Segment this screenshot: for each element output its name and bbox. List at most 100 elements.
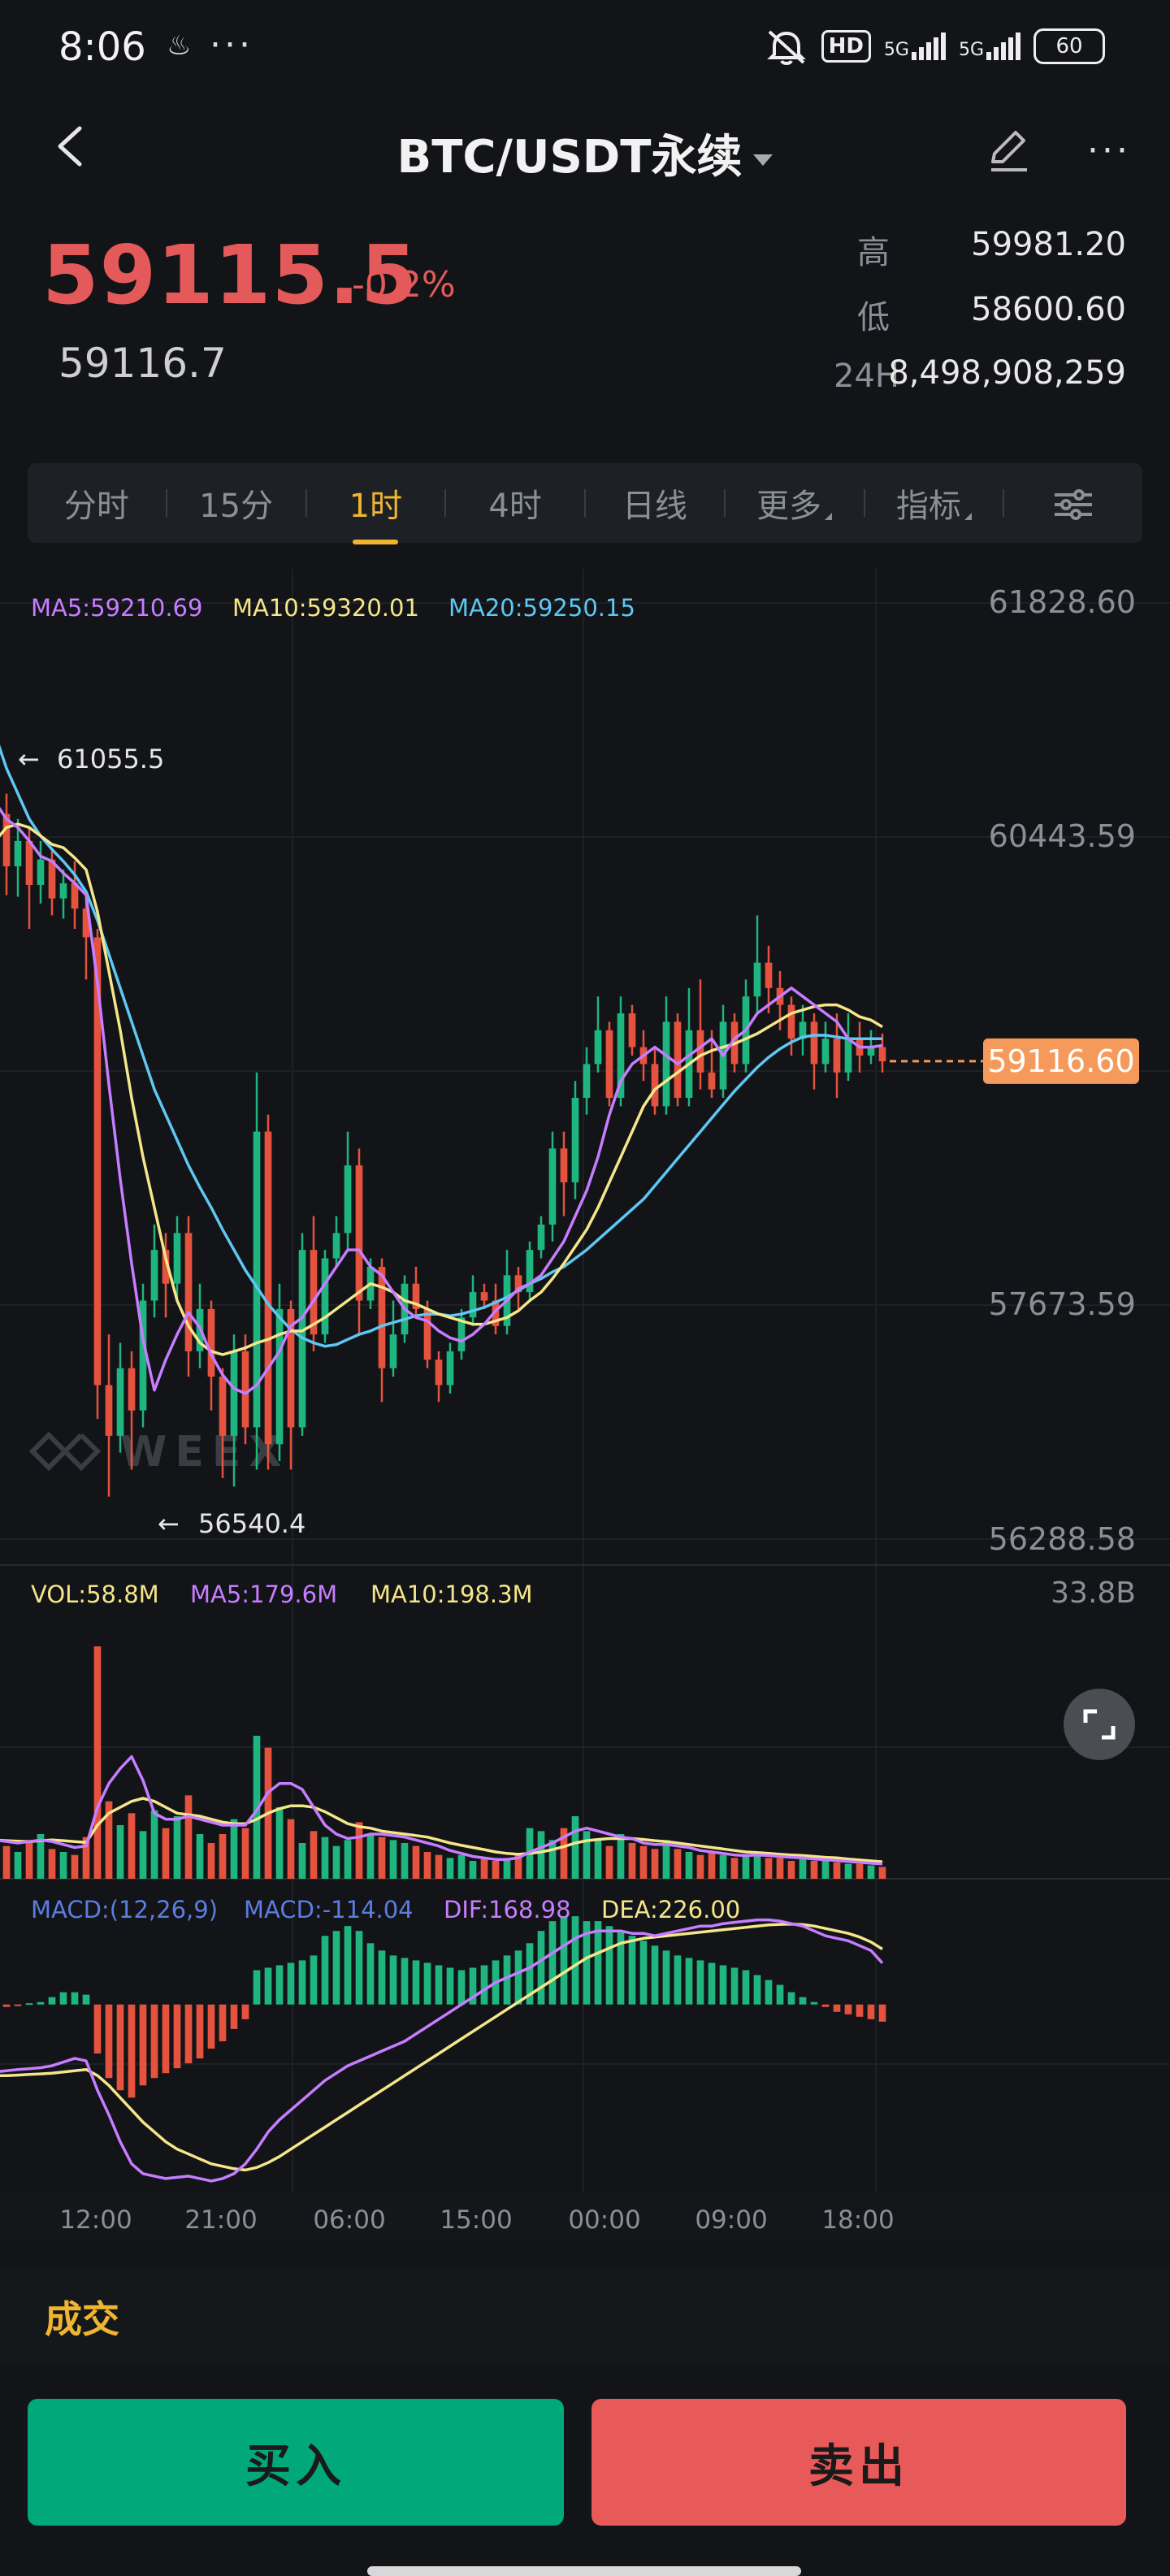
macd-bar	[82, 1994, 90, 2005]
tab-timeshare[interactable]: 分时	[28, 479, 166, 527]
macd-bar	[116, 2004, 124, 2091]
macd-bar	[139, 2004, 147, 2086]
high-arrow: ←	[18, 744, 40, 774]
volume-bar	[537, 1831, 545, 1879]
candle-body	[594, 1030, 602, 1065]
macd-bar	[37, 2001, 45, 2005]
volume-bar	[298, 1843, 306, 1879]
candle-body	[14, 840, 22, 867]
volume-bar	[162, 1828, 170, 1879]
volume-bar	[401, 1843, 409, 1879]
macd-bar	[366, 1943, 375, 2005]
macd-bar	[71, 1992, 79, 2005]
macd-bar	[560, 1916, 568, 2005]
candle-body	[696, 1030, 704, 1073]
macd-bar	[628, 1936, 636, 2005]
legend-vol: VOL:58.8M	[31, 1581, 159, 1608]
volume-bar	[583, 1831, 591, 1879]
fullscreen-button[interactable]	[1064, 1689, 1135, 1760]
tab-daily[interactable]: 日线	[586, 479, 724, 527]
macd-bar	[867, 2004, 875, 2019]
macd-bar	[787, 1992, 795, 2005]
volume-bar	[469, 1861, 477, 1879]
macd-bar	[605, 1926, 613, 2005]
legend-macd: MACD:-114.04	[244, 1896, 414, 1923]
tab-deals[interactable]: 成交	[45, 2290, 119, 2344]
macd-bar	[241, 2004, 249, 2019]
candle-body	[446, 1351, 454, 1386]
macd-bar	[799, 1997, 807, 2005]
status-time: 8:06	[58, 24, 146, 70]
main-legend: MA5:59210.69 MA10:59320.01 MA20:59250.15	[31, 594, 635, 622]
tab-more[interactable]: 更多	[726, 479, 864, 527]
deals-header	[0, 2267, 1170, 2365]
candle-body	[844, 1039, 852, 1073]
macd-bar	[298, 1960, 306, 2005]
chart-settings-button[interactable]	[1004, 484, 1142, 522]
time-axis-label: 18:00	[821, 2205, 894, 2235]
macd-bar	[708, 1962, 716, 2005]
macd-bar	[833, 2004, 841, 2012]
macd-bar	[25, 2003, 33, 2006]
candle-body	[389, 1334, 397, 1368]
volume-bar	[685, 1852, 693, 1879]
sell-button[interactable]: 卖出	[592, 2399, 1126, 2526]
macd-bar	[548, 1921, 557, 2005]
kline-chart[interactable]: WEEX MA5:59210.69 MA10:59320.01 MA20:592…	[0, 569, 1170, 2243]
macd-bar	[93, 2004, 102, 2054]
macd-bar	[457, 1970, 466, 2005]
buy-button[interactable]: 买入	[28, 2399, 564, 2526]
mark-price: 59116.7	[58, 340, 227, 387]
volume-bar	[696, 1854, 704, 1879]
legend-macd-params: MACD:(12,26,9)	[31, 1896, 218, 1923]
price-axis-label: 60443.59	[989, 818, 1136, 854]
volume-bar	[833, 1862, 841, 1879]
candle-body	[628, 1013, 636, 1047]
macd-bar	[639, 1941, 648, 2005]
macd-bar	[287, 1962, 295, 2005]
candle-body	[423, 1308, 431, 1360]
macd-legend: MACD:(12,26,9) MACD:-114.04 DIF:168.98 D…	[31, 1896, 740, 1923]
tab-4h[interactable]: 4时	[446, 479, 584, 527]
volume-bar	[594, 1840, 602, 1879]
edit-button[interactable]	[983, 126, 1032, 175]
page-title: BTC/USDT永续	[396, 131, 743, 184]
volume-bar	[59, 1852, 67, 1879]
volume-bar	[230, 1819, 238, 1879]
signal-icon: 5G	[884, 33, 946, 60]
signal-icon-2: 5G	[959, 33, 1020, 60]
price-change: -0.2%	[352, 264, 456, 306]
volume-bar	[310, 1831, 318, 1879]
time-axis-label: 21:00	[184, 2205, 257, 2235]
hd-badge: HD	[821, 30, 871, 63]
volume-bar	[321, 1837, 329, 1879]
pencil-icon	[991, 131, 1027, 171]
tab-15m[interactable]: 15分	[167, 479, 306, 527]
candle-body	[378, 1266, 386, 1368]
volume-bar	[878, 1867, 886, 1879]
macd-bar	[48, 1997, 56, 2005]
volume-bar	[742, 1854, 750, 1879]
macd-bar	[150, 2004, 158, 2079]
macd-bar	[310, 1955, 318, 2005]
high-marker: 61055.5	[57, 744, 164, 774]
volume-bar	[719, 1854, 727, 1879]
volume-axis-label: 33.8B	[1051, 1576, 1136, 1610]
macd-bar	[594, 1921, 602, 2005]
price-axis-label: 56288.58	[989, 1521, 1136, 1557]
tab-indicators[interactable]: 指标	[865, 479, 1003, 527]
macd-bar	[275, 1965, 284, 2005]
candle-body	[537, 1224, 545, 1251]
more-button[interactable]: ···	[1087, 130, 1131, 171]
candle-body	[150, 1250, 158, 1301]
macd-bar	[537, 1931, 545, 2005]
volume-bar	[821, 1861, 830, 1879]
tab-1h[interactable]: 1时	[307, 479, 445, 544]
candle-body	[469, 1292, 477, 1318]
candle-body	[810, 1021, 818, 1065]
candle-body	[275, 1308, 284, 1445]
candle-body	[344, 1165, 352, 1234]
home-indicator[interactable]	[367, 2566, 801, 2576]
volume-bar	[799, 1858, 807, 1879]
macd-bar	[514, 1950, 522, 2005]
